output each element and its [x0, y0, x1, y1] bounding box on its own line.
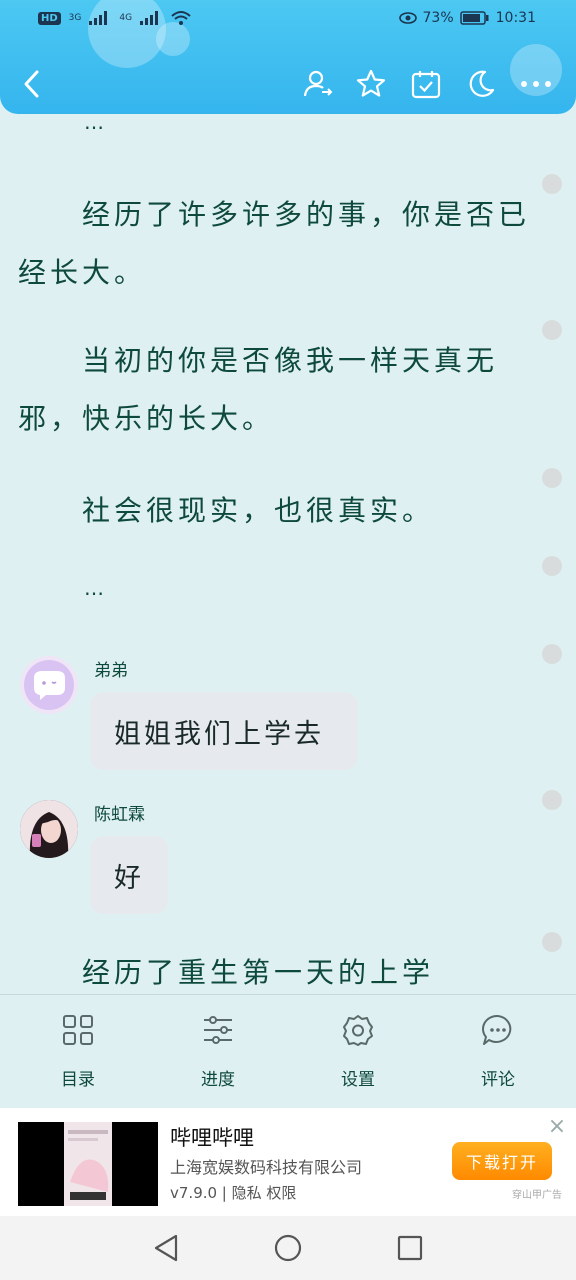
paragraph-3: 社会很现实，也很真实。 [82, 494, 435, 527]
grid-icon [63, 1015, 93, 1045]
ad-thumbnail[interactable] [18, 1122, 158, 1206]
square-recents-icon [397, 1235, 423, 1261]
paragraph-comment-dot[interactable] [542, 320, 562, 340]
switch-user-button[interactable] [296, 62, 340, 106]
user-switch-icon [303, 70, 333, 97]
favorite-button[interactable] [349, 62, 393, 106]
ad-company: 上海宽娱数码科技有限公司 [170, 1158, 363, 1177]
more-button[interactable] [514, 62, 558, 106]
paragraph-2: 当初的你是否像我一样天真无邪，快乐的长大。 [18, 344, 499, 435]
nav-label: 进度 [201, 1070, 235, 1090]
clock: 10:31 [495, 10, 536, 26]
signal-icon [89, 11, 108, 25]
ad-video-thumbnail [18, 1122, 158, 1206]
paragraph-comment-dot[interactable] [542, 790, 562, 810]
recents-nav-button[interactable] [392, 1230, 428, 1266]
network-4g-label: 4G [119, 13, 133, 23]
signal-icon-2 [140, 11, 159, 25]
circle-home-icon [274, 1234, 302, 1262]
nav-item-catalog[interactable]: 目录 [18, 995, 138, 1109]
nav-item-progress[interactable]: 进度 [158, 995, 278, 1109]
network-3g-label: 3G [68, 13, 82, 23]
ellipsis-text: … [84, 114, 105, 134]
ad-banner[interactable]: 哔哩哔哩 上海宽娱数码科技有限公司 v7.9.0 | 隐私 权限 下载打开 × … [0, 1108, 576, 1216]
status-bar: HD 3G 4G 73% 10:31 [0, 6, 576, 34]
reader-bottom-nav: 目录 进度 设置 评论 [0, 994, 576, 1109]
gear-icon [343, 1015, 373, 1046]
paragraph-comment-dot[interactable] [542, 932, 562, 952]
nav-label: 目录 [61, 1070, 95, 1090]
reader-content[interactable]: … 经历了许多许多的事，你是否已经长大。 当初的你是否像我一样天真无邪，快乐的长… [0, 114, 576, 994]
wifi-icon [171, 11, 191, 25]
paragraph-4: 经历了重生第一天的上学 [82, 956, 435, 989]
more-icon [521, 81, 551, 87]
back-button[interactable] [10, 62, 54, 106]
user-photo-avatar [20, 800, 78, 858]
nav-label: 评论 [481, 1070, 515, 1090]
calendar-check-icon [411, 71, 441, 99]
eye-icon [398, 12, 417, 24]
chat-name: 弟弟 [94, 661, 128, 681]
comment-icon [482, 1014, 512, 1045]
triangle-back-icon [154, 1234, 178, 1262]
chat-message: 姐姐我们上学去 [90, 692, 358, 770]
chat-name: 陈虹霖 [94, 805, 145, 825]
battery-icon [459, 11, 489, 25]
avatar [20, 656, 78, 714]
ad-download-button[interactable]: 下载打开 [452, 1142, 552, 1180]
ad-source: 穿山甲广告 [512, 1190, 562, 1201]
chat-bubble-avatar-icon [24, 660, 74, 710]
avatar [20, 800, 78, 858]
nav-label: 设置 [341, 1070, 375, 1090]
home-nav-button[interactable] [270, 1230, 306, 1266]
back-nav-button[interactable] [148, 1230, 184, 1266]
ad-meta[interactable]: v7.9.0 | 隐私 权限 [170, 1182, 296, 1203]
star-icon [356, 69, 386, 97]
paragraph-1: 经历了许多许多的事，你是否已经长大。 [18, 198, 531, 289]
paragraph-comment-dot[interactable] [542, 468, 562, 488]
nav-item-settings[interactable]: 设置 [298, 995, 418, 1109]
chevron-left-icon [24, 70, 39, 98]
chat-message: 好 [90, 836, 168, 914]
paragraph-comment-dot[interactable] [542, 556, 562, 576]
battery-percent: 73% [422, 10, 454, 26]
paragraph-comment-dot[interactable] [542, 174, 562, 194]
checkin-button[interactable] [404, 62, 448, 106]
night-mode-button[interactable] [459, 62, 503, 106]
paragraph-comment-dot[interactable] [542, 644, 562, 664]
close-icon[interactable]: × [546, 1116, 568, 1138]
nav-item-comments[interactable]: 评论 [438, 995, 558, 1109]
network-hd-badge: HD [38, 11, 61, 25]
reader-toolbar [0, 62, 576, 106]
moon-icon [469, 70, 495, 97]
ad-title: 哔哩哔哩 [170, 1126, 254, 1150]
system-nav-bar [0, 1216, 576, 1280]
sliders-icon [204, 1016, 232, 1044]
ellipsis-text: … [84, 576, 105, 600]
app-header: HD 3G 4G 73% 10:31 [0, 0, 576, 114]
